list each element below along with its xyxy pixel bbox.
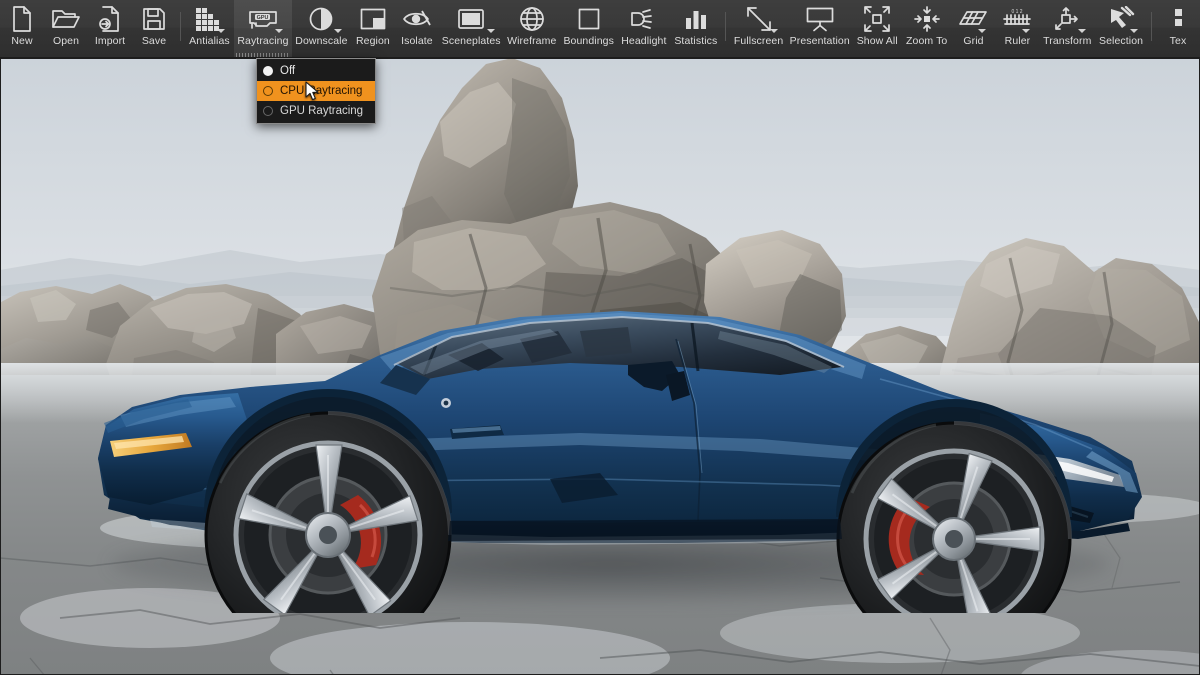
toolbar-button-boundings[interactable]: Boundings [560,0,617,57]
viewport-3d[interactable] [0,58,1200,675]
radio-button-icon[interactable] [263,86,273,96]
new-document-icon [7,4,37,34]
toolbar-button-presentation[interactable]: Presentation [787,0,853,57]
gpu-card-icon: GPU [241,4,285,34]
zoom-to-icon [909,4,945,34]
chevron-down-icon[interactable] [978,29,987,33]
radio-button-icon[interactable] [263,106,273,116]
toolbar-button-raytracing[interactable]: GPU Raytracing [233,0,292,57]
chevron-down-icon[interactable] [1022,29,1031,33]
toolbar-button-label: Tex [1169,35,1187,47]
open-folder-icon [51,4,81,34]
toolbar-button-label: Selection [1098,35,1144,47]
wireframe-globe-icon [511,4,553,34]
toolbar-button-label: Isolate [401,35,433,47]
presentation-icon [794,4,846,34]
fullscreen-arrows-icon [737,4,780,34]
chevron-down-icon[interactable] [333,29,342,33]
show-all-icon [860,4,895,34]
toolbar-button-isolate[interactable]: Isolate [395,0,439,57]
toolbar-button-grid[interactable]: Grid [951,0,995,57]
toolbar-button-wireframe[interactable]: Wireframe [504,0,560,57]
toolbar-button-zoom-to[interactable]: Zoom To [902,0,952,57]
menu-item-label: GPU Raytracing [280,105,364,117]
toolbar-button-label: Raytracing [237,35,289,47]
contrast-circle-icon [299,4,344,34]
app-root: New Open Import Save Antialias GPU Raytracing… [0,0,1200,675]
toolbar-separator [180,12,181,41]
ruler-icon: 0 1 2 [1002,4,1032,34]
region-square-icon [358,4,388,34]
raytracing-dropdown-menu[interactable]: Off CPU Raytracing GPU Raytracing [256,58,376,124]
toolbar-button-label: Antialias [189,35,230,47]
main-toolbar: New Open Import Save Antialias GPU Raytracing… [0,0,1200,58]
sceneplate-icon [446,4,497,34]
transform-move-icon [1046,4,1088,34]
menu-item-cpu-raytracing[interactable]: CPU Raytracing [257,81,375,101]
toolbar-button-label: Fullscreen [733,35,784,47]
svg-text:GPU: GPU [257,15,269,21]
toolbar-button-label: Ruler [1004,35,1031,47]
toolbar-button-region[interactable]: Region [351,0,395,57]
toolbar-button-label: Show All [856,35,898,47]
menu-item-label: Off [280,65,296,77]
menu-item-off[interactable]: Off [257,61,375,81]
toolbar-button-selection[interactable]: Selection [1095,0,1147,57]
toolbar-separator [725,12,727,41]
toolbar-button-fullscreen[interactable]: Fullscreen [730,0,787,57]
toolbar-button-transform[interactable]: Transform [1039,0,1095,57]
toolbar-button-label: Statistics [674,35,718,47]
toolbar-button-label: Grid [963,35,984,47]
toolbar-button-label: Sceneplates [441,35,501,47]
bounding-box-icon [567,4,610,34]
save-disk-icon [139,4,169,34]
toolbar-button-downscale[interactable]: Downscale [292,0,351,57]
toolbar-button-sceneplates[interactable]: Sceneplates [439,0,504,57]
toolbar-button-label: Boundings [563,35,614,47]
chevron-down-icon[interactable] [216,29,225,33]
toolbar-button-label: Transform [1043,35,1092,47]
menu-item-label: CPU Raytracing [280,85,363,97]
toolbar-button-save[interactable]: Save [132,0,176,57]
import-file-icon [95,4,125,34]
toolbar-separator [1151,12,1152,41]
toolbar-button-label: Region [355,35,390,47]
eye-isolate-icon [402,4,432,34]
toolbar-button-new[interactable]: New [0,0,44,57]
menu-item-gpu-raytracing[interactable]: GPU Raytracing [257,101,375,121]
toolbar-button-open[interactable]: Open [44,0,88,57]
chevron-down-icon[interactable] [274,29,283,33]
texture-icon [1163,4,1193,34]
toolbar-button-label: Save [141,35,167,47]
toolbar-button-label: New [11,35,33,47]
toolbar-button-ruler[interactable]: 0 1 2 Ruler [995,0,1039,57]
svg-text:0 1 2: 0 1 2 [1012,9,1023,15]
bar-chart-icon [677,4,714,34]
toolbar-button-label: Open [52,35,80,47]
car-model[interactable] [80,283,1160,613]
toolbar-button-label: Import [94,35,126,47]
toolbar-button-tex[interactable]: Tex [1156,0,1200,57]
toolbar-button-label: Headlight [621,35,667,47]
toolbar-button-label: Downscale [295,35,348,47]
toolbar-button-label: Presentation [789,35,850,47]
toolbar-button-statistics[interactable]: Statistics [670,0,721,57]
headlight-icon [624,4,663,34]
antialias-grid-icon [192,4,227,34]
active-indicator [235,53,290,57]
radio-button-icon[interactable] [263,66,273,76]
toolbar-button-label: Zoom To [906,35,948,47]
toolbar-button-label: Wireframe [507,35,557,47]
toolbar-button-headlight[interactable]: Headlight [617,0,670,57]
grid-plane-icon [958,4,988,34]
toolbar-button-antialias[interactable]: Antialias [185,0,234,57]
chevron-down-icon[interactable] [769,29,778,33]
chevron-down-icon[interactable] [1078,29,1087,33]
selection-cursor-icon [1102,4,1140,34]
chevron-down-icon[interactable] [486,29,495,33]
toolbar-button-import[interactable]: Import [88,0,132,57]
chevron-down-icon[interactable] [1130,29,1138,33]
toolbar-button-show-all[interactable]: Show All [853,0,902,57]
